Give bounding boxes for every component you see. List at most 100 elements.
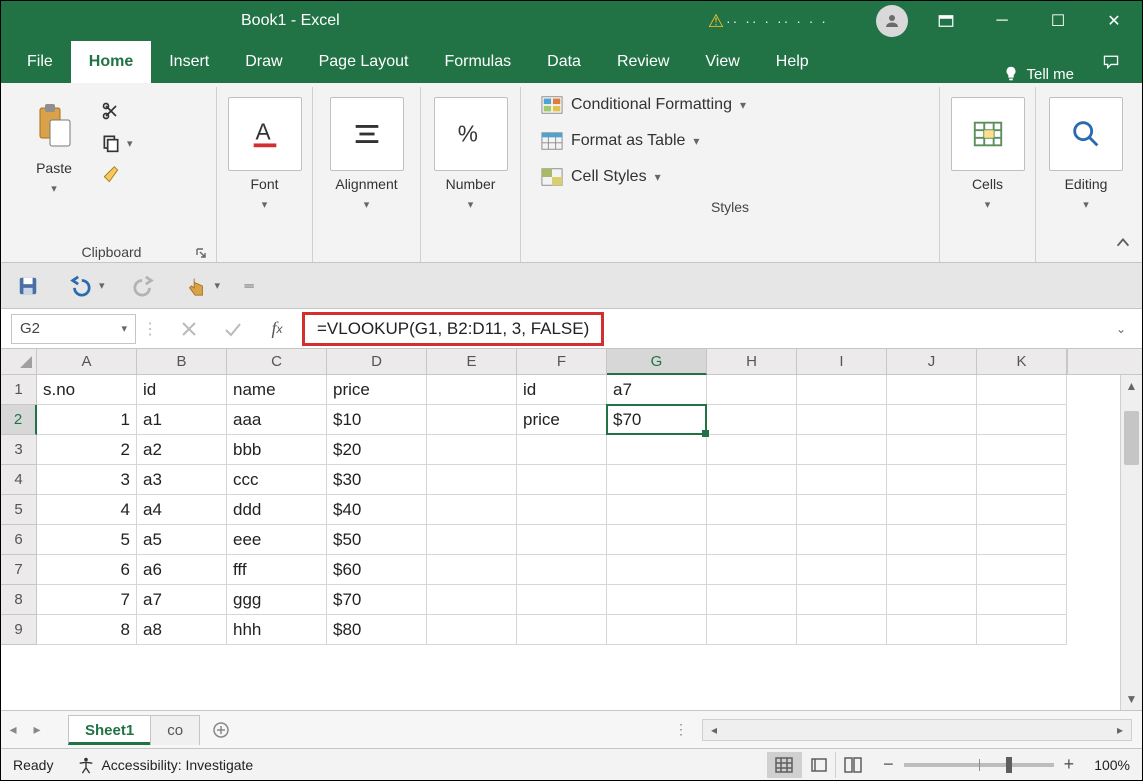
- tell-me-button[interactable]: Tell me: [988, 65, 1088, 83]
- row-header-7[interactable]: 7: [1, 555, 37, 585]
- tab-insert[interactable]: Insert: [151, 41, 227, 83]
- cell-I2[interactable]: [797, 405, 887, 435]
- cell-K3[interactable]: [977, 435, 1067, 465]
- cell-H1[interactable]: [707, 375, 797, 405]
- cell-G2[interactable]: $70: [607, 405, 707, 435]
- cell-C6[interactable]: eee: [227, 525, 327, 555]
- page-layout-view-button[interactable]: [801, 752, 835, 778]
- cell-J6[interactable]: [887, 525, 977, 555]
- cell-H7[interactable]: [707, 555, 797, 585]
- undo-button[interactable]: [67, 273, 93, 299]
- maximize-button[interactable]: ☐: [1030, 1, 1086, 41]
- cell-G3[interactable]: [607, 435, 707, 465]
- cell-F2[interactable]: price: [517, 405, 607, 435]
- cell-J5[interactable]: [887, 495, 977, 525]
- horizontal-scrollbar[interactable]: ◂ ▸: [702, 719, 1132, 741]
- column-header-A[interactable]: A: [37, 349, 137, 374]
- cell-F7[interactable]: [517, 555, 607, 585]
- cell-J8[interactable]: [887, 585, 977, 615]
- vertical-scroll-thumb[interactable]: [1124, 411, 1139, 465]
- zoom-slider[interactable]: [904, 763, 1054, 767]
- cell-D5[interactable]: $40: [327, 495, 427, 525]
- cell-F9[interactable]: [517, 615, 607, 645]
- cell-E7[interactable]: [427, 555, 517, 585]
- sheet-nav-next[interactable]: ▸: [25, 721, 49, 738]
- format-painter-button[interactable]: [101, 165, 133, 185]
- sheet-tab-sheet1[interactable]: Sheet1: [68, 715, 151, 745]
- collapse-ribbon-button[interactable]: [1112, 232, 1134, 254]
- row-header-1[interactable]: 1: [1, 375, 37, 405]
- column-header-D[interactable]: D: [327, 349, 427, 374]
- cell-E5[interactable]: [427, 495, 517, 525]
- cell-G1[interactable]: a7: [607, 375, 707, 405]
- tab-file[interactable]: File: [9, 41, 71, 83]
- cell-E4[interactable]: [427, 465, 517, 495]
- select-all-corner[interactable]: [1, 349, 37, 374]
- cell-F3[interactable]: [517, 435, 607, 465]
- copy-button[interactable]: ▾: [101, 133, 133, 153]
- cell-H6[interactable]: [707, 525, 797, 555]
- row-header-8[interactable]: 8: [1, 585, 37, 615]
- cell-K7[interactable]: [977, 555, 1067, 585]
- cell-C1[interactable]: name: [227, 375, 327, 405]
- font-button[interactable]: A Font▾: [220, 91, 310, 217]
- vertical-scrollbar[interactable]: ▲ ▼: [1120, 375, 1142, 710]
- cell-A4[interactable]: 3: [37, 465, 137, 495]
- scroll-up-arrow[interactable]: ▲: [1121, 375, 1142, 397]
- cell-K5[interactable]: [977, 495, 1067, 525]
- column-header-J[interactable]: J: [887, 349, 977, 374]
- cell-K8[interactable]: [977, 585, 1067, 615]
- cell-B9[interactable]: a8: [137, 615, 227, 645]
- sheet-tab-co[interactable]: co: [150, 715, 200, 745]
- qat-customize-button[interactable]: ═: [236, 273, 262, 299]
- expand-formula-bar-button[interactable]: ⌄: [1116, 322, 1126, 336]
- row-header-2[interactable]: 2: [1, 405, 37, 435]
- column-header-K[interactable]: K: [977, 349, 1067, 374]
- touch-mode-button[interactable]: [183, 273, 209, 299]
- cell-E2[interactable]: [427, 405, 517, 435]
- cell-G6[interactable]: [607, 525, 707, 555]
- cell-H5[interactable]: [707, 495, 797, 525]
- insert-function-button[interactable]: fx: [260, 314, 294, 344]
- cell-I8[interactable]: [797, 585, 887, 615]
- comments-button[interactable]: [1088, 41, 1134, 83]
- close-button[interactable]: ✕: [1086, 1, 1142, 41]
- tab-draw[interactable]: Draw: [227, 41, 300, 83]
- cell-F6[interactable]: [517, 525, 607, 555]
- scroll-down-arrow[interactable]: ▼: [1121, 688, 1142, 710]
- cell-J4[interactable]: [887, 465, 977, 495]
- cell-I3[interactable]: [797, 435, 887, 465]
- cell-B4[interactable]: a3: [137, 465, 227, 495]
- new-sheet-button[interactable]: [206, 715, 236, 745]
- scroll-right-arrow[interactable]: ▸: [1109, 723, 1131, 737]
- column-header-C[interactable]: C: [227, 349, 327, 374]
- cell-B5[interactable]: a4: [137, 495, 227, 525]
- zoom-in-button[interactable]: +: [1064, 754, 1075, 775]
- clipboard-launcher[interactable]: [194, 246, 208, 260]
- cell-H9[interactable]: [707, 615, 797, 645]
- normal-view-button[interactable]: [767, 752, 801, 778]
- cell-H8[interactable]: [707, 585, 797, 615]
- cell-C7[interactable]: fff: [227, 555, 327, 585]
- cell-D8[interactable]: $70: [327, 585, 427, 615]
- cell-D6[interactable]: $50: [327, 525, 427, 555]
- cancel-formula-button[interactable]: [172, 314, 206, 344]
- row-header-5[interactable]: 5: [1, 495, 37, 525]
- tab-view[interactable]: View: [687, 41, 757, 83]
- sheet-nav-prev[interactable]: ◂: [1, 721, 25, 738]
- cell-styles-button[interactable]: Cell Styles▾: [537, 159, 923, 195]
- cells-button[interactable]: Cells▾: [943, 91, 1033, 217]
- row-header-3[interactable]: 3: [1, 435, 37, 465]
- cell-E6[interactable]: [427, 525, 517, 555]
- cell-F5[interactable]: [517, 495, 607, 525]
- cell-C4[interactable]: ccc: [227, 465, 327, 495]
- cell-I9[interactable]: [797, 615, 887, 645]
- zoom-out-button[interactable]: −: [883, 754, 894, 775]
- cell-B3[interactable]: a2: [137, 435, 227, 465]
- cell-H2[interactable]: [707, 405, 797, 435]
- column-header-I[interactable]: I: [797, 349, 887, 374]
- column-header-G[interactable]: G: [607, 349, 707, 375]
- zoom-level[interactable]: 100%: [1094, 757, 1130, 773]
- minimize-button[interactable]: ─: [974, 1, 1030, 41]
- cell-A3[interactable]: 2: [37, 435, 137, 465]
